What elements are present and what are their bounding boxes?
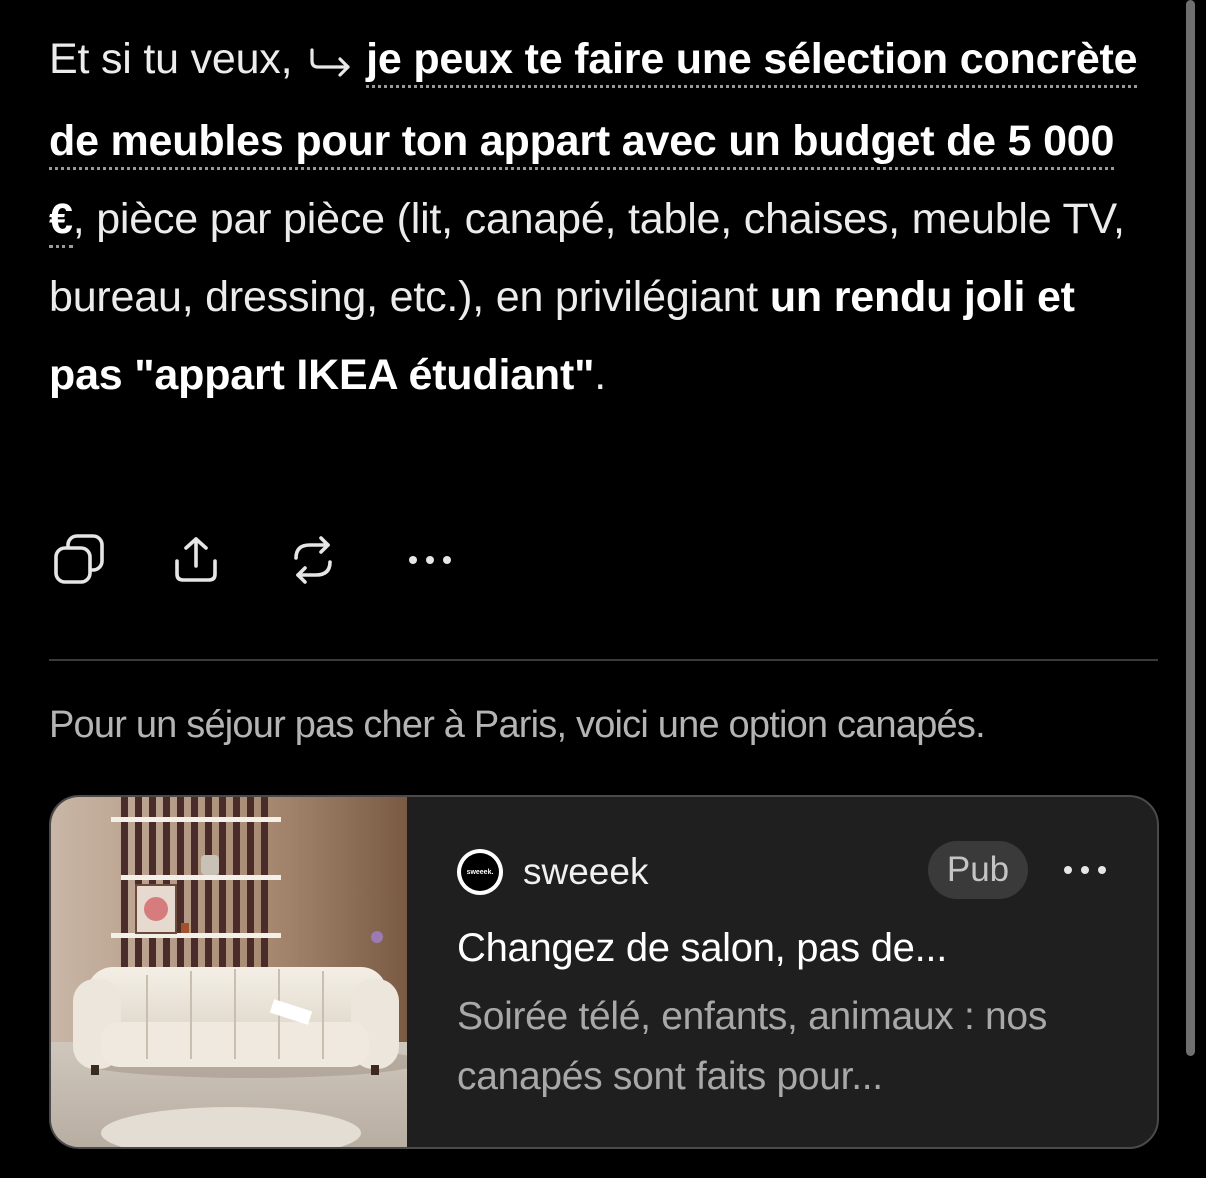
message-actions <box>49 530 517 590</box>
brand-name[interactable]: sweeek <box>523 849 648 895</box>
copy-button[interactable] <box>49 530 109 590</box>
more-button[interactable] <box>400 530 460 590</box>
ad-more-button[interactable] <box>1055 847 1115 893</box>
copy-icon <box>54 534 104 584</box>
ad-content: sweeek. sweeek Pub Changez de salon, pas… <box>455 797 1157 1147</box>
regenerate-button[interactable] <box>283 530 343 590</box>
divider <box>49 659 1158 661</box>
sponsored-ad-card[interactable]: sweeek. sweeek Pub Changez de salon, pas… <box>49 795 1159 1149</box>
ad-intro-text: Pour un séjour pas cher à Paris, voici u… <box>49 704 986 746</box>
scrollbar[interactable] <box>1186 0 1195 1056</box>
brand-logo: sweeek. <box>457 849 503 895</box>
more-icon <box>409 556 451 564</box>
ad-title[interactable]: Changez de salon, pas de... <box>457 922 947 974</box>
return-arrow-icon <box>308 24 354 102</box>
assistant-message: Et si tu veux, je peux te faire une séle… <box>49 20 1159 414</box>
share-icon <box>175 537 217 582</box>
refresh-icon <box>294 536 332 584</box>
share-button[interactable] <box>166 530 226 590</box>
ad-description: Soirée télé, enfants, animaux : nos cana… <box>457 995 1048 1098</box>
message-prefix: Et si tu veux, <box>49 35 293 83</box>
more-icon <box>1064 866 1106 874</box>
ad-badge: Pub <box>928 841 1028 899</box>
brand-logo-text: sweeek. <box>461 853 499 891</box>
message-suffix: . <box>594 351 607 399</box>
sofa-living-room-photo[interactable] <box>51 797 407 1147</box>
